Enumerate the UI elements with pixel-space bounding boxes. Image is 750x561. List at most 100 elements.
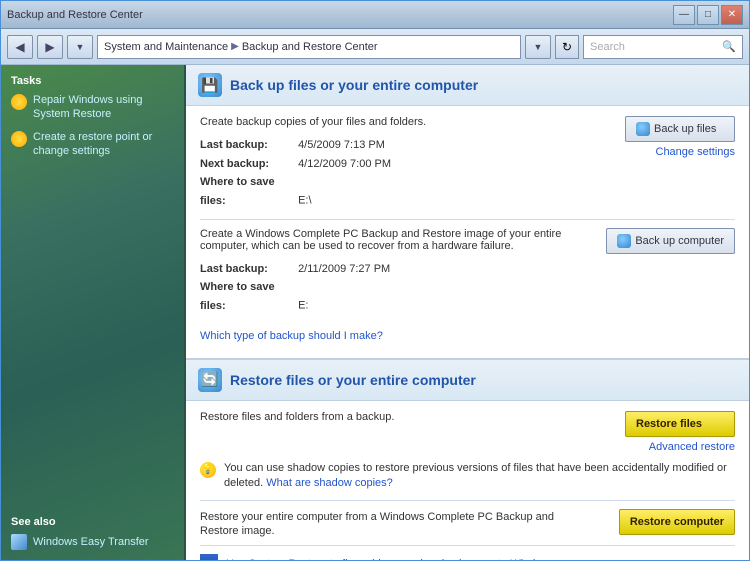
restore-section-header: 🔄 Restore files or your entire computer xyxy=(186,360,749,401)
tip-text: You can use shadow copies to restore pre… xyxy=(224,461,735,492)
last-backup2-label: Last backup: xyxy=(200,260,295,279)
forward-button[interactable]: ▶ xyxy=(37,35,63,59)
next-backup-line: Next backup: 4/12/2009 7:00 PM xyxy=(200,155,426,174)
recent-button[interactable]: ▼ xyxy=(67,35,93,59)
where2-value: E: xyxy=(298,300,308,312)
restore-computer-left: Restore your entire computer from a Wind… xyxy=(200,509,590,537)
restore-computer-label: Restore computer xyxy=(630,516,724,528)
breadcrumb-part1: System and Maintenance xyxy=(104,41,228,53)
main-layout: Tasks Repair Windows using System Restor… xyxy=(1,65,749,560)
system-restore-row: Use System Restore to fix problems and u… xyxy=(200,545,735,560)
backup-files-label: Back up files xyxy=(654,123,716,135)
files-backup-row: Create backup copies of your files and f… xyxy=(200,116,735,211)
tasks-title: Tasks xyxy=(11,75,174,87)
title-bar: Backup and Restore Center — □ ✕ xyxy=(1,1,749,29)
restore-files-label: Restore files xyxy=(636,418,702,430)
pc-backup-left: Create a Windows Complete PC Backup and … xyxy=(200,228,570,316)
backup-section-header: 💾 Back up files or your entire computer xyxy=(186,65,749,106)
shadow-copies-tip: 💡 You can use shadow copies to restore p… xyxy=(200,461,735,492)
restore-computer-buttons: Restore computer xyxy=(619,509,735,535)
backup-section-title: Back up files or your entire computer xyxy=(230,77,478,93)
restore-files-row: Restore files and folders from a backup.… xyxy=(200,411,735,453)
what-are-shadow-link[interactable]: What are shadow copies? xyxy=(266,477,393,489)
next-backup-label: Next backup: xyxy=(200,155,295,174)
search-icon: 🔍 xyxy=(722,40,736,53)
where2-label: Where to save files: xyxy=(200,278,295,315)
backup-computer-buttons: Back up computer xyxy=(606,228,735,254)
restore-section-title: Restore files or your entire computer xyxy=(230,372,476,388)
title-bar-left: Backup and Restore Center xyxy=(7,9,143,21)
restore-files-buttons: Restore files Advanced restore xyxy=(625,411,735,453)
backup-files-icon xyxy=(636,122,650,136)
content-area: 💾 Back up files or your entire computer … xyxy=(186,65,749,560)
back-button[interactable]: ◀ xyxy=(7,35,33,59)
backup-files-buttons: Back up files Change settings xyxy=(625,116,735,158)
easy-transfer-label: Windows Easy Transfer xyxy=(33,536,149,548)
restore-section-body: Restore files and folders from a backup.… xyxy=(186,401,749,560)
last-backup-value: 4/5/2009 7:13 PM xyxy=(298,139,385,151)
sidebar-item-easy-transfer[interactable]: Windows Easy Transfer xyxy=(11,534,174,550)
which-type-link[interactable]: Which type of backup should I make? xyxy=(200,324,735,348)
search-placeholder: Search xyxy=(590,41,625,53)
last-backup2-value: 2/11/2009 7:27 PM xyxy=(298,263,390,275)
see-also-title: See also xyxy=(11,516,174,528)
pc-backup-info: Last backup: 2/11/2009 7:27 PM Where to … xyxy=(200,260,570,316)
next-backup-value: 4/12/2009 7:00 PM xyxy=(298,158,391,170)
sidebar-item-repair[interactable]: Repair Windows using System Restore xyxy=(11,93,174,122)
change-settings-link[interactable]: Change settings xyxy=(656,146,736,158)
backup-divider xyxy=(200,219,735,220)
backup-computer-icon xyxy=(617,234,631,248)
window-controls: — □ ✕ xyxy=(673,5,743,25)
backup-section-body: Create backup copies of your files and f… xyxy=(186,106,749,358)
restore-computer-row: Restore your entire computer from a Wind… xyxy=(200,509,735,537)
address-dropdown[interactable]: ▼ xyxy=(525,35,551,59)
last-backup2-line: Last backup: 2/11/2009 7:27 PM xyxy=(200,260,570,279)
files-backup-desc: Create backup copies of your files and f… xyxy=(200,116,426,128)
last-backup-line: Last backup: 4/5/2009 7:13 PM xyxy=(200,136,426,155)
search-bar[interactable]: Search 🔍 xyxy=(583,35,743,59)
maximize-button[interactable]: □ xyxy=(697,5,719,25)
restore-point-icon xyxy=(11,131,27,147)
pc-backup-desc: Create a Windows Complete PC Backup and … xyxy=(200,228,570,252)
where-label: Where to save files: xyxy=(200,173,295,210)
system-restore-link[interactable]: Use System Restore to fix problems and u… xyxy=(226,558,558,560)
breadcrumb-part2: Backup and Restore Center xyxy=(242,41,378,53)
restore-header-icon: 🔄 xyxy=(198,368,222,392)
restore-files-button[interactable]: Restore files xyxy=(625,411,735,437)
restore-divider xyxy=(200,500,735,501)
easy-transfer-icon xyxy=(11,534,27,550)
files-backup-info: Last backup: 4/5/2009 7:13 PM Next backu… xyxy=(200,136,426,211)
restore-files-desc: Restore files and folders from a backup. xyxy=(200,411,394,423)
sidebar: Tasks Repair Windows using System Restor… xyxy=(1,65,186,560)
where-value: E:\ xyxy=(298,195,311,207)
advanced-restore-link[interactable]: Advanced restore xyxy=(649,441,735,453)
backup-computer-button[interactable]: Back up computer xyxy=(606,228,735,254)
backup-section: 💾 Back up files or your entire computer … xyxy=(186,65,749,360)
sidebar-bottom: See also Windows Easy Transfer xyxy=(11,516,174,550)
refresh-button[interactable]: ↻ xyxy=(555,35,579,59)
sidebar-link-restore-label: Create a restore point or change setting… xyxy=(33,130,174,159)
main-window: Backup and Restore Center — □ ✕ ◀ ▶ ▼ Sy… xyxy=(0,0,750,561)
close-button[interactable]: ✕ xyxy=(721,5,743,25)
tip-icon: 💡 xyxy=(200,462,216,478)
last-backup-label: Last backup: xyxy=(200,136,295,155)
backup-header-icon: 💾 xyxy=(198,73,222,97)
where2-line: Where to save files: E: xyxy=(200,278,570,315)
sidebar-tasks: Tasks Repair Windows using System Restor… xyxy=(11,75,174,166)
sidebar-link-repair-label: Repair Windows using System Restore xyxy=(33,93,174,122)
files-backup-left: Create backup copies of your files and f… xyxy=(200,116,426,211)
minimize-button[interactable]: — xyxy=(673,5,695,25)
breadcrumb-separator: ▶ xyxy=(231,41,239,52)
pc-backup-row: Create a Windows Complete PC Backup and … xyxy=(200,228,735,316)
backup-files-button[interactable]: Back up files xyxy=(625,116,735,142)
where-to-save-line: Where to save files: E:\ xyxy=(200,173,426,210)
shield-icon xyxy=(200,554,218,560)
window-title: Backup and Restore Center xyxy=(7,9,143,21)
address-bar: ◀ ▶ ▼ System and Maintenance ▶ Backup an… xyxy=(1,29,749,65)
sidebar-item-restore-point[interactable]: Create a restore point or change setting… xyxy=(11,130,174,159)
repair-icon xyxy=(11,94,27,110)
restore-computer-desc: Restore your entire computer from a Wind… xyxy=(200,511,554,537)
restore-computer-button[interactable]: Restore computer xyxy=(619,509,735,535)
breadcrumb-bar[interactable]: System and Maintenance ▶ Backup and Rest… xyxy=(97,35,521,59)
restore-section: 🔄 Restore files or your entire computer … xyxy=(186,360,749,560)
